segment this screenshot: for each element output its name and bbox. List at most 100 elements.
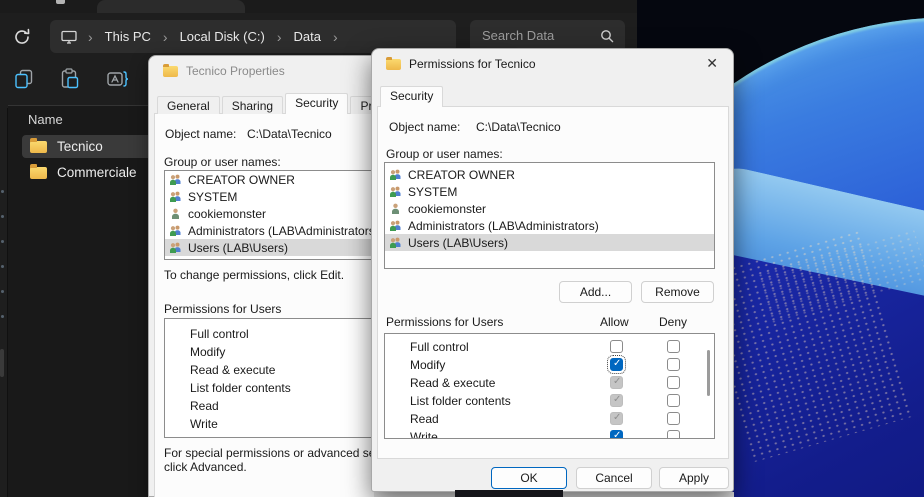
permission-name: List folder contents <box>190 381 291 395</box>
tree-bullet <box>1 290 4 293</box>
permission-name: Write <box>410 430 438 439</box>
allow-checkbox-list-folder[interactable] <box>610 394 623 407</box>
allow-checkbox-read-execute[interactable] <box>610 376 623 389</box>
copy-button[interactable] <box>12 67 38 93</box>
group-name: cookiemonster <box>408 202 486 216</box>
user-icon <box>169 208 182 219</box>
allow-checkbox-modify[interactable] <box>610 358 623 371</box>
permissions-checklist: Full control Modify Read & execute List … <box>384 333 715 439</box>
folder-icon <box>30 141 47 153</box>
group-name: Users (LAB\Users) <box>188 241 288 255</box>
group-name: SYSTEM <box>408 185 457 199</box>
permission-row-partial: Write <box>385 428 714 439</box>
ok-button[interactable]: OK <box>491 467 567 489</box>
allow-column-label: Allow <box>600 315 629 329</box>
screen: › This PC › Local Disk (C:) › Data › Sea… <box>0 0 924 497</box>
permission-row: Read & execute <box>385 374 714 392</box>
list-item[interactable]: Administrators (LAB\Administrators) <box>385 217 714 234</box>
group-name: Administrators (LAB\Administrators) <box>408 219 599 233</box>
list-item[interactable]: CREATOR OWNER <box>385 166 714 183</box>
permissions-tab-row: Security <box>380 86 445 107</box>
permission-name: List folder contents <box>410 394 511 408</box>
group-icon <box>389 169 402 180</box>
permission-row: Read <box>385 410 714 428</box>
object-name-label: Object name: <box>165 127 236 141</box>
group-names-list: CREATOR OWNER SYSTEM cookiemonster Admin… <box>384 162 715 269</box>
deny-checkbox-write[interactable] <box>667 430 680 439</box>
deny-checkbox-modify[interactable] <box>667 358 680 371</box>
scrollbar-thumb[interactable] <box>707 350 710 396</box>
chevron-icon: › <box>80 29 101 45</box>
object-name-label: Object name: <box>389 120 460 134</box>
refresh-button[interactable] <box>11 26 33 48</box>
explorer-tab-icon <box>56 0 65 4</box>
apply-button[interactable]: Apply <box>659 467 729 489</box>
permission-name: Modify <box>410 358 445 372</box>
group-name: Users (LAB\Users) <box>408 236 508 250</box>
cancel-button[interactable]: Cancel <box>576 467 652 489</box>
file-name: Tecnico <box>57 139 103 154</box>
deny-checkbox-full-control[interactable] <box>667 340 680 353</box>
edit-note: To change permissions, click Edit. <box>164 268 344 282</box>
tab-security[interactable]: Security <box>285 93 348 114</box>
list-item[interactable]: SYSTEM <box>385 183 714 200</box>
breadcrumb-data[interactable]: Data <box>290 29 325 44</box>
chevron-icon: › <box>155 29 176 45</box>
deny-checkbox-read[interactable] <box>667 412 680 425</box>
permission-name: Full control <box>410 340 469 354</box>
breadcrumb-this-pc[interactable]: This PC <box>101 29 155 44</box>
explorer-tab[interactable] <box>97 0 245 13</box>
permission-name: Read <box>410 412 439 426</box>
add-button[interactable]: Add... <box>559 281 632 303</box>
folder-icon <box>386 59 401 70</box>
permission-name: Special permissions <box>190 435 297 438</box>
group-icon <box>169 225 182 236</box>
user-icon <box>389 203 402 214</box>
scrollbar-thumb[interactable] <box>0 349 4 377</box>
remove-button[interactable]: Remove <box>641 281 714 303</box>
tree-bullet <box>1 265 4 268</box>
group-name: Administrators (LAB\Administrators) <box>188 224 379 238</box>
close-icon[interactable]: ✕ <box>706 55 718 72</box>
list-item-selected[interactable]: Users (LAB\Users) <box>385 234 714 251</box>
allow-checkbox-full-control[interactable] <box>610 340 623 353</box>
rename-button[interactable] <box>106 67 132 93</box>
group-names-label: Group or user names: <box>386 147 503 161</box>
permission-row: Modify <box>385 356 714 374</box>
column-header-name[interactable]: Name <box>28 112 63 127</box>
tab-general[interactable]: General <box>157 96 220 114</box>
pane-divider <box>7 108 8 497</box>
dialog-title: Permissions for Tecnico <box>409 57 536 71</box>
breadcrumb-local-disk[interactable]: Local Disk (C:) <box>176 29 269 44</box>
object-name-value: C:\Data\Tecnico <box>476 120 561 134</box>
folder-icon <box>163 66 178 77</box>
deny-checkbox-read-execute[interactable] <box>667 376 680 389</box>
group-icon <box>389 220 402 231</box>
tab-sharing[interactable]: Sharing <box>222 96 283 114</box>
permissions-dialog-titlebar[interactable]: Permissions for Tecnico <box>372 49 733 79</box>
object-name-value: C:\Data\Tecnico <box>247 127 332 141</box>
deny-checkbox-list-folder[interactable] <box>667 394 680 407</box>
paste-button[interactable] <box>58 67 84 93</box>
taskbar-fragment[interactable] <box>455 490 563 497</box>
search-icon <box>600 29 614 43</box>
group-name: SYSTEM <box>188 190 237 204</box>
permissions-label: Permissions for Users <box>164 302 281 316</box>
group-icon <box>169 242 182 253</box>
search-placeholder: Search Data <box>482 28 554 43</box>
tab-security[interactable]: Security <box>380 86 443 107</box>
allow-checkbox-read[interactable] <box>610 412 623 425</box>
permission-name: Read <box>190 399 219 413</box>
tree-bullet <box>1 240 4 243</box>
permissions-dialog: Permissions for Tecnico ✕ Security Objec… <box>371 48 734 492</box>
list-item[interactable]: cookiemonster <box>385 200 714 217</box>
group-icon <box>389 186 402 197</box>
tree-bullet <box>1 215 4 218</box>
group-icon <box>389 237 402 248</box>
chevron-icon: › <box>269 29 290 45</box>
permission-row: List folder contents <box>385 392 714 410</box>
tree-bullet <box>1 190 4 193</box>
allow-checkbox-write[interactable] <box>610 430 623 439</box>
this-pc-icon <box>60 29 78 45</box>
deny-column-label: Deny <box>659 315 687 329</box>
